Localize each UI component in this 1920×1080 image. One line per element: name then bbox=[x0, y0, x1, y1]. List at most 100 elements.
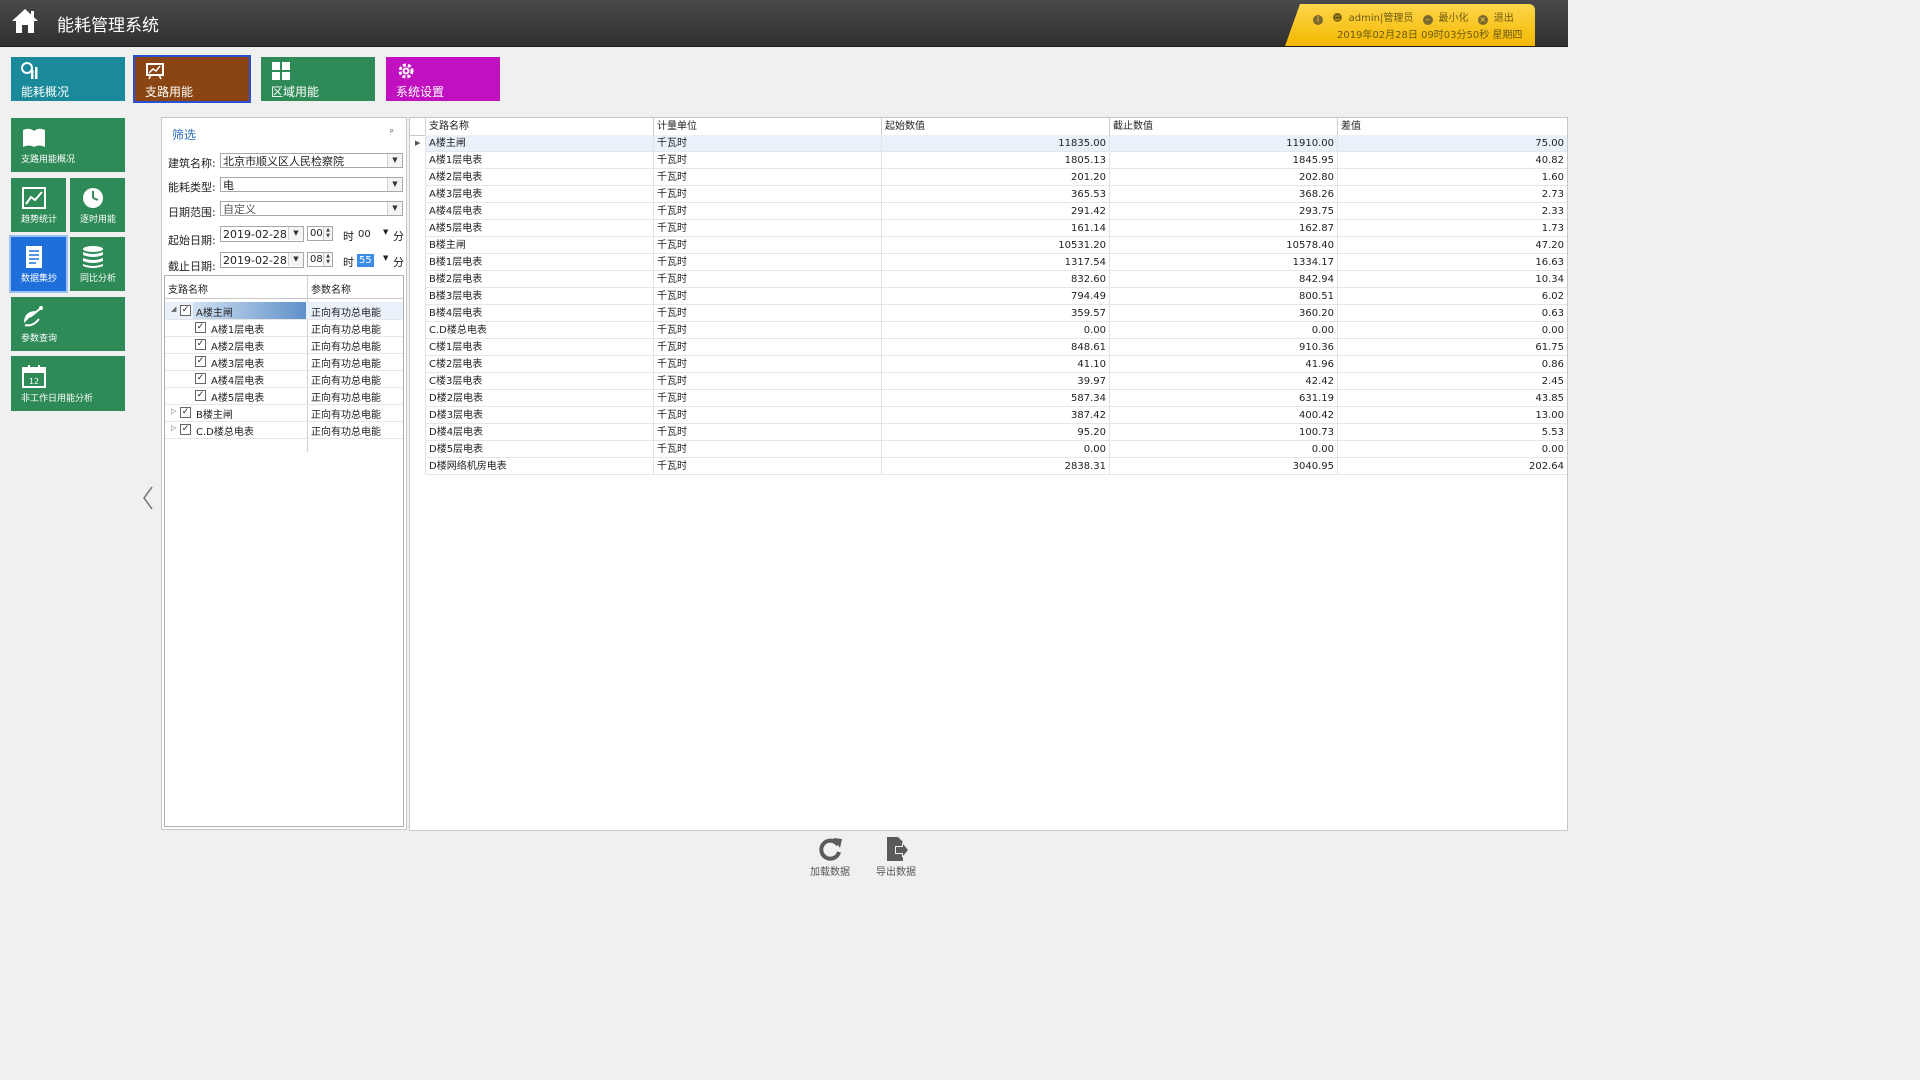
cell-branch-name[interactable]: A楼3层电表 bbox=[425, 186, 653, 203]
cell-end-value[interactable]: 0.00 bbox=[1109, 441, 1337, 458]
cell-unit[interactable]: 千瓦时 bbox=[653, 322, 881, 339]
cell-end-value[interactable]: 631.19 bbox=[1109, 390, 1337, 407]
table-row[interactable]: D楼2层电表 千瓦时 587.34 631.19 43.85 bbox=[410, 390, 1567, 407]
cell-branch-name[interactable]: C楼3层电表 bbox=[425, 373, 653, 390]
tile-area-energy[interactable]: 区域用能 bbox=[261, 57, 375, 101]
cell-difference[interactable]: 1.73 bbox=[1337, 220, 1567, 237]
chevron-down-icon[interactable]: ▼ bbox=[387, 178, 402, 191]
cell-end-value[interactable]: 842.94 bbox=[1109, 271, 1337, 288]
end-minute-value[interactable]: 55 bbox=[357, 254, 374, 267]
cell-branch-name[interactable]: D楼3层电表 bbox=[425, 407, 653, 424]
cell-end-value[interactable]: 293.75 bbox=[1109, 203, 1337, 220]
cell-end-value[interactable]: 3040.95 bbox=[1109, 458, 1337, 475]
export-data-button[interactable]: 导出数据 bbox=[871, 835, 921, 878]
side-tile-nonworkday-analysis[interactable]: 12 非工作日用能分析 bbox=[11, 356, 125, 411]
cell-unit[interactable]: 千瓦时 bbox=[653, 186, 881, 203]
info-icon[interactable]: i bbox=[1313, 15, 1323, 25]
table-row[interactable]: D楼3层电表 千瓦时 387.42 400.42 13.00 bbox=[410, 407, 1567, 424]
cell-start-value[interactable]: 95.20 bbox=[881, 424, 1109, 441]
cell-branch-name[interactable]: A楼4层电表 bbox=[425, 203, 653, 220]
grid-header-end[interactable]: 截止数值 bbox=[1109, 118, 1337, 135]
table-row[interactable]: B楼主闸 千瓦时 10531.20 10578.40 47.20 bbox=[410, 237, 1567, 254]
cell-start-value[interactable]: 1317.54 bbox=[881, 254, 1109, 271]
cell-unit[interactable]: 千瓦时 bbox=[653, 254, 881, 271]
cell-unit[interactable]: 千瓦时 bbox=[653, 356, 881, 373]
cell-difference[interactable]: 61.75 bbox=[1337, 339, 1567, 356]
logout-button[interactable]: 退出 bbox=[1494, 13, 1514, 24]
checkbox[interactable]: ✓ bbox=[195, 390, 206, 401]
start-hour-stepper[interactable]: 00 ▲ ▼ bbox=[307, 226, 333, 241]
cell-branch-name[interactable]: A楼1层电表 bbox=[425, 152, 653, 169]
expander-icon[interactable]: ◢ bbox=[171, 305, 176, 313]
cell-end-value[interactable]: 11910.00 bbox=[1109, 135, 1337, 152]
tree-row[interactable]: ✓ A楼4层电表 正向有功总电能 bbox=[165, 370, 403, 388]
cell-end-value[interactable]: 10578.40 bbox=[1109, 237, 1337, 254]
cell-start-value[interactable]: 1805.13 bbox=[881, 152, 1109, 169]
cell-unit[interactable]: 千瓦时 bbox=[653, 424, 881, 441]
table-row[interactable]: ▶ A楼主闸 千瓦时 11835.00 11910.00 75.00 bbox=[410, 135, 1567, 152]
grid-header-diff[interactable]: 差值 bbox=[1337, 118, 1567, 135]
chevron-down-icon[interactable]: ▼ bbox=[383, 254, 388, 262]
cell-unit[interactable]: 千瓦时 bbox=[653, 339, 881, 356]
cell-branch-name[interactable]: D楼5层电表 bbox=[425, 441, 653, 458]
cell-start-value[interactable]: 161.14 bbox=[881, 220, 1109, 237]
cell-start-value[interactable]: 201.20 bbox=[881, 169, 1109, 186]
grid-header-branch[interactable]: 支路名称 bbox=[425, 118, 653, 135]
cell-branch-name[interactable]: D楼4层电表 bbox=[425, 424, 653, 441]
cell-unit[interactable]: 千瓦时 bbox=[653, 203, 881, 220]
cell-branch-name[interactable]: D楼网络机房电表 bbox=[425, 458, 653, 475]
cell-branch-name[interactable]: B楼1层电表 bbox=[425, 254, 653, 271]
start-date-picker[interactable]: 2019-02-28 ▼ bbox=[220, 226, 304, 242]
checkbox[interactable]: ✓ bbox=[195, 322, 206, 333]
cell-unit[interactable]: 千瓦时 bbox=[653, 169, 881, 186]
cell-end-value[interactable]: 360.20 bbox=[1109, 305, 1337, 322]
cell-branch-name[interactable]: B楼2层电表 bbox=[425, 271, 653, 288]
tree-row[interactable]: ◢ ✓ A楼主闸 正向有功总电能 bbox=[165, 302, 403, 320]
checkbox[interactable]: ✓ bbox=[180, 407, 191, 418]
cell-difference[interactable]: 47.20 bbox=[1337, 237, 1567, 254]
side-tile-yoy-analysis[interactable]: 同比分析 bbox=[70, 237, 125, 291]
cell-start-value[interactable]: 387.42 bbox=[881, 407, 1109, 424]
cell-branch-name[interactable]: A楼主闸 bbox=[425, 135, 653, 152]
cell-unit[interactable]: 千瓦时 bbox=[653, 441, 881, 458]
cell-start-value[interactable]: 0.00 bbox=[881, 441, 1109, 458]
tree-header-branch[interactable]: 支路名称 bbox=[168, 281, 208, 296]
stepper-arrows-icon[interactable]: ▲ ▼ bbox=[323, 253, 332, 266]
cell-end-value[interactable]: 400.42 bbox=[1109, 407, 1337, 424]
cell-end-value[interactable]: 368.26 bbox=[1109, 186, 1337, 203]
cell-difference[interactable]: 0.63 bbox=[1337, 305, 1567, 322]
pin-icon[interactable]: ᵖ bbox=[390, 128, 394, 138]
cell-start-value[interactable]: 41.10 bbox=[881, 356, 1109, 373]
date-range-select[interactable]: 自定义 ▼ bbox=[220, 201, 403, 216]
stepper-arrows-icon[interactable]: ▲ ▼ bbox=[323, 227, 332, 240]
tree-row[interactable]: ✓ A楼2层电表 正向有功总电能 bbox=[165, 336, 403, 354]
cell-difference[interactable]: 1.60 bbox=[1337, 169, 1567, 186]
cell-branch-name[interactable]: B楼4层电表 bbox=[425, 305, 653, 322]
side-tile-param-query[interactable]: 参数查询 bbox=[11, 297, 125, 351]
cell-start-value[interactable]: 291.42 bbox=[881, 203, 1109, 220]
cell-unit[interactable]: 千瓦时 bbox=[653, 407, 881, 424]
cell-branch-name[interactable]: D楼2层电表 bbox=[425, 390, 653, 407]
side-tile-hourly-energy[interactable]: 逐时用能 bbox=[70, 178, 125, 232]
cell-end-value[interactable]: 42.42 bbox=[1109, 373, 1337, 390]
table-row[interactable]: C.D楼总电表 千瓦时 0.00 0.00 0.00 bbox=[410, 322, 1567, 339]
checkbox[interactable]: ✓ bbox=[195, 373, 206, 384]
table-row[interactable]: D楼4层电表 千瓦时 95.20 100.73 5.53 bbox=[410, 424, 1567, 441]
cell-difference[interactable]: 6.02 bbox=[1337, 288, 1567, 305]
tile-branch-energy[interactable]: 支路用能 bbox=[133, 55, 251, 103]
cell-branch-name[interactable]: C.D楼总电表 bbox=[425, 322, 653, 339]
building-select[interactable]: 北京市顺义区人民检察院 ▼ bbox=[220, 153, 403, 168]
cell-start-value[interactable]: 587.34 bbox=[881, 390, 1109, 407]
tree-row[interactable]: ✓ A楼1层电表 正向有功总电能 bbox=[165, 319, 403, 337]
checkbox[interactable]: ✓ bbox=[195, 339, 206, 350]
load-data-button[interactable]: 加载数据 bbox=[805, 835, 855, 878]
cell-branch-name[interactable]: C楼1层电表 bbox=[425, 339, 653, 356]
table-row[interactable]: C楼2层电表 千瓦时 41.10 41.96 0.86 bbox=[410, 356, 1567, 373]
cell-start-value[interactable]: 10531.20 bbox=[881, 237, 1109, 254]
cell-unit[interactable]: 千瓦时 bbox=[653, 390, 881, 407]
tree-row[interactable]: ▷ ✓ B楼主闸 正向有功总电能 bbox=[165, 404, 403, 422]
side-tile-data-collection[interactable]: 数据集抄 bbox=[9, 235, 68, 293]
cell-difference[interactable]: 10.34 bbox=[1337, 271, 1567, 288]
chevron-down-icon[interactable]: ▼ bbox=[383, 228, 388, 236]
side-tile-trend-stats[interactable]: 趋势统计 bbox=[11, 178, 66, 232]
